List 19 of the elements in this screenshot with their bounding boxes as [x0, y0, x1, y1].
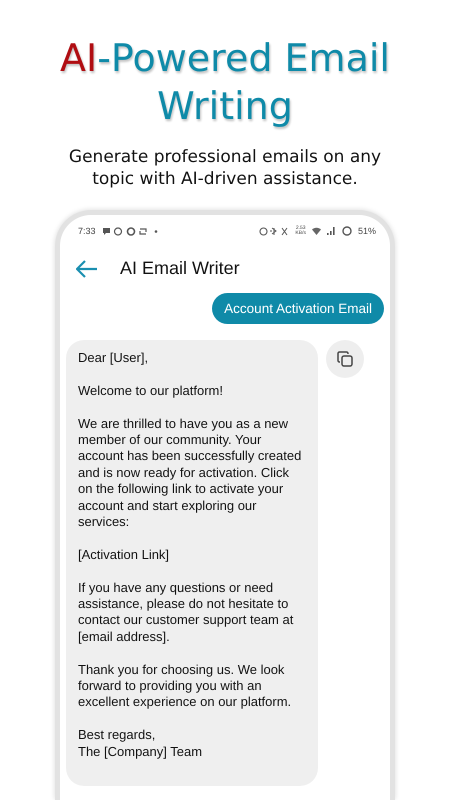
app-title: AI Email Writer — [120, 258, 240, 279]
email-paragraph: Dear [User], — [78, 350, 150, 366]
wifi-icon — [312, 227, 321, 235]
copy-button[interactable] — [326, 340, 364, 378]
headline: AI-Powered Email Writing — [60, 35, 390, 130]
subtitle: Generate professional emails on any topic with AI-driven assistance. — [68, 146, 382, 190]
email-paragraph: Best regards, The [Company] Team — [78, 727, 204, 760]
user-message: Account Activation Email — [212, 293, 384, 324]
status-time: 7:33 — [78, 226, 96, 236]
email-paragraph: Welcome to our platform! — [78, 382, 224, 400]
signal-icon — [326, 227, 336, 235]
email-paragraph: [Activation Link] — [78, 546, 170, 564]
copy-icon — [337, 351, 353, 367]
notification-icons — [102, 226, 160, 236]
email-paragraph: Thank you for choosing us. We look forward to providing you with an excellent experience on our platform. — [78, 662, 292, 711]
back-arrow-icon[interactable] — [76, 260, 98, 278]
email-paragraph: If you have any questions or need assistance, please do not hesitate to contact our customer support team at [email address]. — [78, 580, 294, 646]
email-paragraph: We are thrilled to have you as a new member of our community. Your account has been successfully created and is now ready for activation. Click on the following link to activate your account and start exploring our services: — [78, 416, 302, 530]
battery-level: 51% — [358, 226, 376, 236]
